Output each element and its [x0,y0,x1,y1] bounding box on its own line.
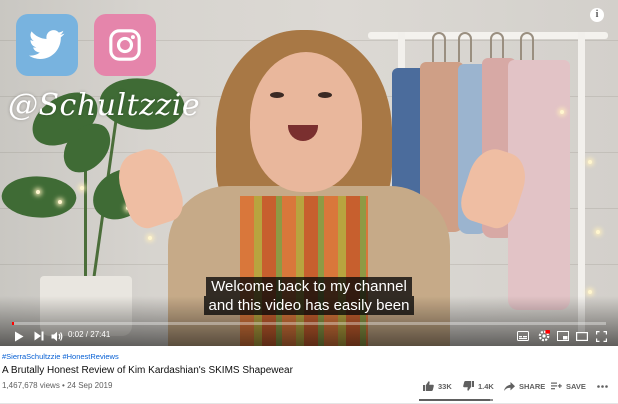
like-dislike-ratio-bar [419,399,493,401]
fairy-light [588,160,592,164]
miniplayer-icon [557,331,569,341]
fairy-light [58,200,62,204]
theater-button[interactable] [575,329,589,343]
like-ratio-fill [419,399,491,401]
presenter-face [250,52,362,192]
settings-button[interactable] [537,329,551,343]
subtitles-icon [517,331,529,341]
more-actions-button[interactable] [597,379,612,393]
fullscreen-icon [595,330,607,342]
fairy-light [596,230,600,234]
settings-icon [538,330,550,342]
info-icon[interactable]: i [590,8,604,22]
progress-played [12,322,14,325]
like-count: 33K [438,381,452,391]
closed-caption: Welcome back to my channel and this vide… [0,277,618,315]
youtube-watch-page: @Schultzzie i Welcome back to my channel… [0,0,618,404]
channel-handle-overlay: @Schultzzie [8,88,201,123]
presenter-eye [318,92,332,98]
play-icon [15,331,24,341]
fairy-light [36,190,40,194]
like-button[interactable]: 33K [423,379,452,393]
presenter-eye [270,92,284,98]
save-button[interactable]: SAVE [551,379,586,393]
playlist-add-icon [551,382,562,389]
save-label: SAVE [566,381,586,391]
fairy-light [148,236,152,240]
time-display: 0:02 / 27:41 [68,330,110,339]
next-icon [34,331,44,341]
view-count: 1,467,678 views [2,381,60,390]
upload-date: 24 Sep 2019 [67,381,113,390]
hanger-icon [458,32,472,62]
theater-icon [576,331,588,341]
more-horizontal-icon [597,384,608,388]
next-button[interactable] [32,329,46,343]
fullscreen-button[interactable] [594,329,608,343]
progress-bar[interactable] [12,322,606,325]
share-arrow-icon [504,381,515,391]
subtitles-button[interactable] [516,329,530,343]
volume-icon [51,331,63,341]
hanger-icon [520,32,534,62]
volume-button[interactable] [50,329,64,343]
thumbs-down-icon [463,381,474,391]
video-meta: 1,467,678 views • 24 Sep 2019 [2,381,112,390]
miniplayer-button[interactable] [556,329,570,343]
thumbs-up-icon [423,381,434,391]
fairy-light [80,186,84,190]
share-label: SHARE [519,381,546,391]
video-player[interactable]: @Schultzzie i Welcome back to my channel… [0,0,618,346]
current-time: 0:02 [68,330,84,339]
duration: 27:41 [90,330,111,339]
play-button[interactable] [12,329,26,343]
fairy-light [560,110,564,114]
plant-leaf [0,169,80,225]
caption-line-1: Welcome back to my channel [206,277,412,296]
video-hashtags[interactable]: #SierraSchultzzie #HonestReviews [2,352,119,361]
hanger-icon [432,32,446,62]
dislike-count: 1.4K [478,381,494,391]
video-title: A Brutally Honest Review of Kim Kardashi… [2,365,293,376]
dislike-button[interactable]: 1.4K [463,379,494,393]
twitter-bird-icon [29,30,65,59]
player-controls: 0:02 / 27:41 [0,326,618,346]
twitter-badge [16,14,78,76]
instagram-badge [94,14,156,76]
caption-line-2: and this video has easily been [203,296,415,315]
share-button[interactable]: SHARE [504,379,545,393]
instagram-camera-icon [109,29,141,61]
meta-separator: • [59,381,68,390]
